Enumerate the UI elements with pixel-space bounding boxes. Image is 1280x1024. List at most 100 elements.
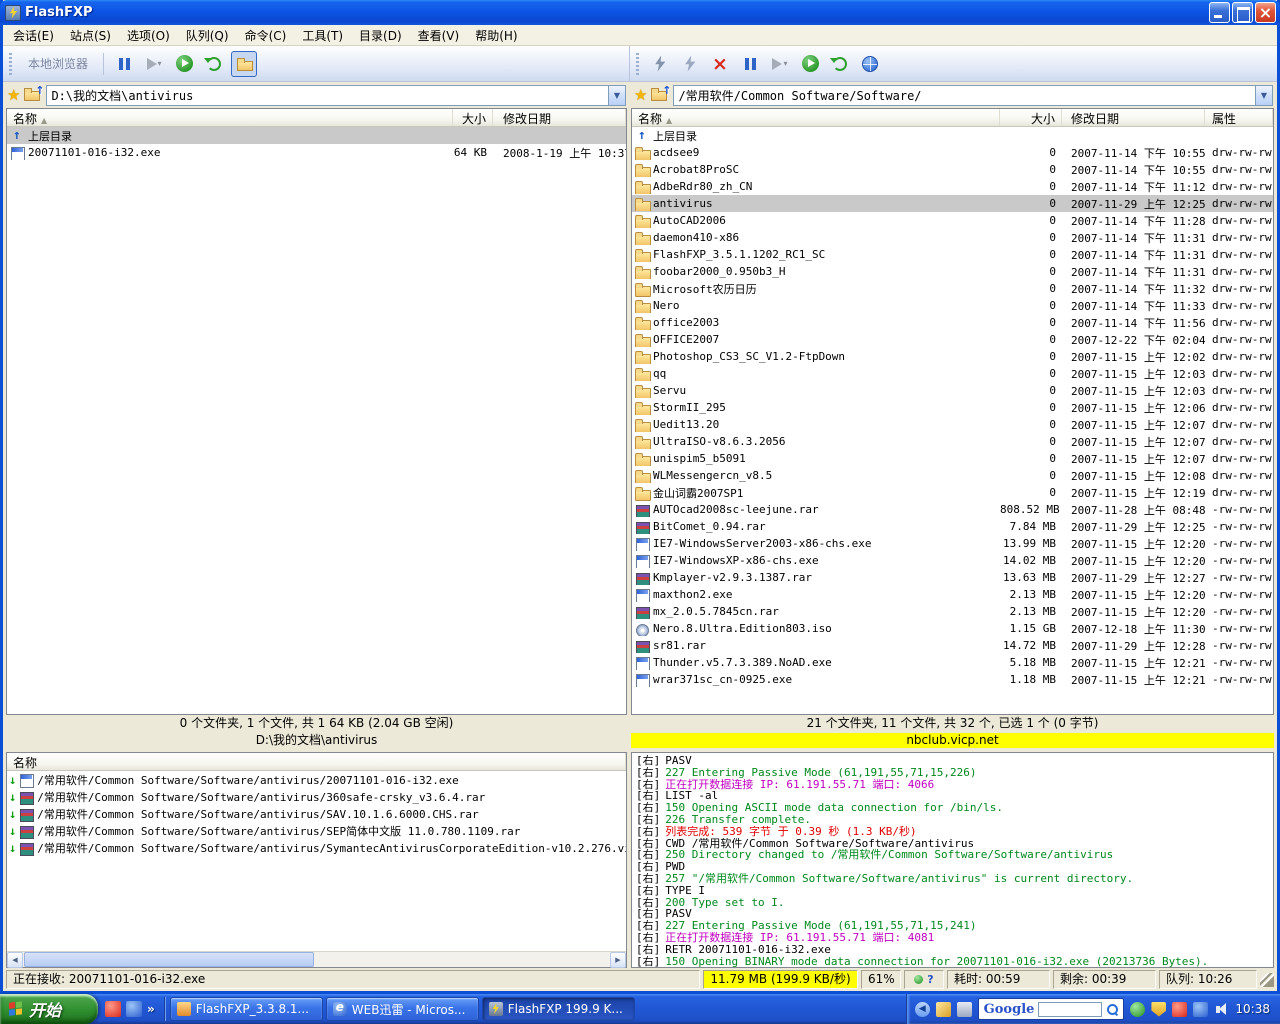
toolbar-grip[interactable]	[636, 53, 639, 75]
tray-network-icon[interactable]	[1193, 1002, 1208, 1017]
bookmarks-icon[interactable]: ★	[7, 87, 20, 103]
file-row[interactable]: IE7-WindowsServer2003-x86-chs.exe 13.99 …	[632, 535, 1273, 552]
file-row[interactable]: acdsee9 0 2007-11-14 下午 10:55 drw-rw-rw-	[632, 144, 1273, 161]
toolbar-grip[interactable]	[9, 53, 12, 75]
queue-item[interactable]: /常用软件/Common Software/Software/antivirus…	[7, 788, 626, 805]
file-row[interactable]: 金山词霸2007SP1 0 2007-11-15 上午 12:19 drw-rw…	[632, 484, 1273, 501]
file-row[interactable]: unispim5_b5091 0 2007-11-15 上午 12:07 drw…	[632, 450, 1273, 467]
file-row[interactable]: IE7-WindowsXP-x86-chs.exe 14.02 MB 2007-…	[632, 552, 1273, 569]
refresh-local-button[interactable]	[201, 51, 227, 77]
transfer-remote-button[interactable]	[797, 51, 823, 77]
start-button[interactable]: 开始	[0, 994, 98, 1024]
keyboard-icon[interactable]	[957, 1002, 972, 1017]
file-row[interactable]: StormII_295 0 2007-11-15 上午 12:06 drw-rw…	[632, 399, 1273, 416]
start-remote-button[interactable]: ▾	[767, 51, 793, 77]
tray-antivirus-icon[interactable]	[1151, 1002, 1166, 1017]
input-method-icon[interactable]	[936, 1002, 951, 1017]
task-button[interactable]: WEB迅雷 - Micros...	[326, 997, 479, 1021]
column-header-date[interactable]: 修改日期	[493, 109, 626, 126]
file-row[interactable]: UltraISO-v8.6.3.2056 0 2007-11-15 上午 12:…	[632, 433, 1273, 450]
file-row[interactable]: Kmplayer-v2.9.3.1387.rar 13.63 MB 2007-1…	[632, 569, 1273, 586]
local-path-dropdown-button[interactable]: ▼	[608, 86, 625, 105]
title-bar[interactable]: FlashFXP	[0, 0, 1280, 25]
queue-item[interactable]: /常用软件/Common Software/Software/antivirus…	[7, 822, 626, 839]
task-button[interactable]: FlashFXP_3.3.8.1...	[170, 997, 323, 1021]
file-row[interactable]: Nero 0 2007-11-14 下午 11:33 drw-rw-rw-	[632, 297, 1273, 314]
file-row[interactable]: Nero.8.Ultra.Edition803.iso 1.15 GB 2007…	[632, 620, 1273, 637]
refresh-remote-button[interactable]	[827, 51, 853, 77]
menu-item[interactable]: 会话(E)	[5, 25, 62, 46]
column-header-name[interactable]: 名称▲	[632, 109, 1000, 126]
queue-item[interactable]: /常用软件/Common Software/Software/antivirus…	[7, 771, 626, 788]
minimize-button[interactable]	[1209, 2, 1230, 23]
file-row[interactable]: FlashFXP_3.5.1.1202_RC1_SC 0 2007-11-14 …	[632, 246, 1273, 263]
queue-item[interactable]: /常用软件/Common Software/Software/antivirus…	[7, 805, 626, 822]
menu-item[interactable]: 帮助(H)	[467, 25, 525, 46]
file-row[interactable]: wrar371sc_cn-0925.exe 1.18 MB 2007-11-15…	[632, 671, 1273, 688]
file-row[interactable]: Acrobat8ProSC 0 2007-11-14 下午 10:55 drw-…	[632, 161, 1273, 178]
column-header-date[interactable]: 修改日期	[1062, 109, 1205, 126]
file-row[interactable]: AutoCAD2006 0 2007-11-14 下午 11:28 drw-rw…	[632, 212, 1273, 229]
file-row[interactable]: AdbeRdr80_zh_CN 0 2007-11-14 下午 11:12 dr…	[632, 178, 1273, 195]
file-row[interactable]: Thunder.v5.7.3.389.NoAD.exe 5.18 MB 2007…	[632, 654, 1273, 671]
column-header-size[interactable]: 大小	[453, 109, 493, 126]
menu-item[interactable]: 站点(S)	[62, 25, 119, 46]
quick-connect-button[interactable]	[677, 51, 703, 77]
scrollbar-track[interactable]	[315, 952, 610, 967]
menu-item[interactable]: 目录(D)	[351, 25, 410, 46]
maximize-button[interactable]	[1232, 2, 1253, 23]
file-row[interactable]: Microsoft农历日历 0 2007-11-14 下午 11:32 drw-…	[632, 280, 1273, 297]
quicklaunch-icon-2[interactable]	[126, 1001, 142, 1017]
remote-path-combo[interactable]: ▼	[673, 85, 1273, 106]
transfer-queue-button[interactable]	[171, 51, 197, 77]
local-browser-label[interactable]: 本地浏览器	[20, 55, 96, 72]
file-row[interactable]: Uedit13.20 0 2007-11-15 上午 12:07 drw-rw-…	[632, 416, 1273, 433]
column-header-size[interactable]: 大小	[1000, 109, 1062, 126]
pause-remote-button[interactable]	[737, 51, 763, 77]
file-row[interactable]: office2003 0 2007-11-14 下午 11:56 drw-rw-…	[632, 314, 1273, 331]
menu-item[interactable]: 命令(C)	[237, 25, 295, 46]
site-manager-button[interactable]	[857, 51, 883, 77]
bookmarks-icon[interactable]: ★	[634, 87, 647, 103]
resize-grip[interactable]	[1260, 973, 1274, 987]
file-row[interactable]: 上层目录	[7, 127, 626, 144]
quicklaunch-icon-1[interactable]	[105, 1001, 121, 1017]
file-row[interactable]: WLMessengercn_v8.5 0 2007-11-15 上午 12:08…	[632, 467, 1273, 484]
file-row[interactable]: BitComet_0.94.rar 7.84 MB 2007-11-29 上午 …	[632, 518, 1273, 535]
disconnect-button[interactable]: ×	[707, 51, 733, 77]
menu-item[interactable]: 工具(T)	[294, 25, 351, 46]
parent-folder-button[interactable]: ↑	[24, 88, 42, 103]
menu-item[interactable]: 队列(Q)	[178, 25, 237, 46]
queue-horizontal-scrollbar[interactable]: ◀ ▶	[7, 951, 626, 967]
file-row[interactable]: mx_2.0.5.7845cn.rar 2.13 MB 2007-11-15 上…	[632, 603, 1273, 620]
parent-folder-button[interactable]: ↑	[651, 88, 669, 103]
file-row[interactable]: daemon410-x86 0 2007-11-14 下午 11:31 drw-…	[632, 229, 1273, 246]
menu-item[interactable]: 查看(V)	[410, 25, 468, 46]
column-header-name[interactable]: 名称	[7, 753, 626, 770]
menu-item[interactable]: 选项(O)	[119, 25, 178, 46]
queue-item[interactable]: /常用软件/Common Software/Software/antivirus…	[7, 839, 626, 856]
help-icon[interactable]: ?	[927, 971, 933, 988]
local-path-combo[interactable]: ▼	[46, 85, 626, 106]
scrollbar-thumb[interactable]	[24, 952, 314, 967]
file-row[interactable]: 20071101-016-i32.exe 64 KB 2008-1-19 上午 …	[7, 144, 626, 161]
search-icon[interactable]	[1106, 1003, 1118, 1015]
tray-thunder-icon[interactable]	[1172, 1002, 1187, 1017]
tray-collapse-icon[interactable]: ◀	[915, 1002, 930, 1017]
connect-button[interactable]	[647, 51, 673, 77]
file-row[interactable]: qq 0 2007-11-15 上午 12:03 drw-rw-rw-	[632, 365, 1273, 382]
file-row[interactable]: antivirus 0 2007-11-29 上午 12:25 drw-rw-r…	[632, 195, 1273, 212]
file-row[interactable]: Servu 0 2007-11-15 上午 12:03 drw-rw-rw-	[632, 382, 1273, 399]
folder-compare-button[interactable]	[231, 51, 257, 77]
remote-path-dropdown-button[interactable]: ▼	[1255, 86, 1272, 105]
file-row[interactable]: sr81.rar 14.72 MB 2007-11-29 上午 12:28 -r…	[632, 637, 1273, 654]
local-path-input[interactable]	[47, 86, 608, 105]
quicklaunch-overflow-icon[interactable]: »	[147, 1002, 155, 1016]
file-row[interactable]: 上层目录	[632, 127, 1273, 144]
file-row[interactable]: maxthon2.exe 2.13 MB 2007-11-15 上午 12:20…	[632, 586, 1273, 603]
file-row[interactable]: AUTOcad2008sc-leejune.rar 808.52 MB 2007…	[632, 501, 1273, 518]
task-button[interactable]: FlashFXP 199.9 K...	[482, 997, 635, 1021]
remote-path-input[interactable]	[674, 86, 1255, 105]
file-row[interactable]: OFFICE2007 0 2007-12-22 下午 02:04 drw-rw-…	[632, 331, 1273, 348]
google-search-input[interactable]	[1038, 1002, 1102, 1017]
